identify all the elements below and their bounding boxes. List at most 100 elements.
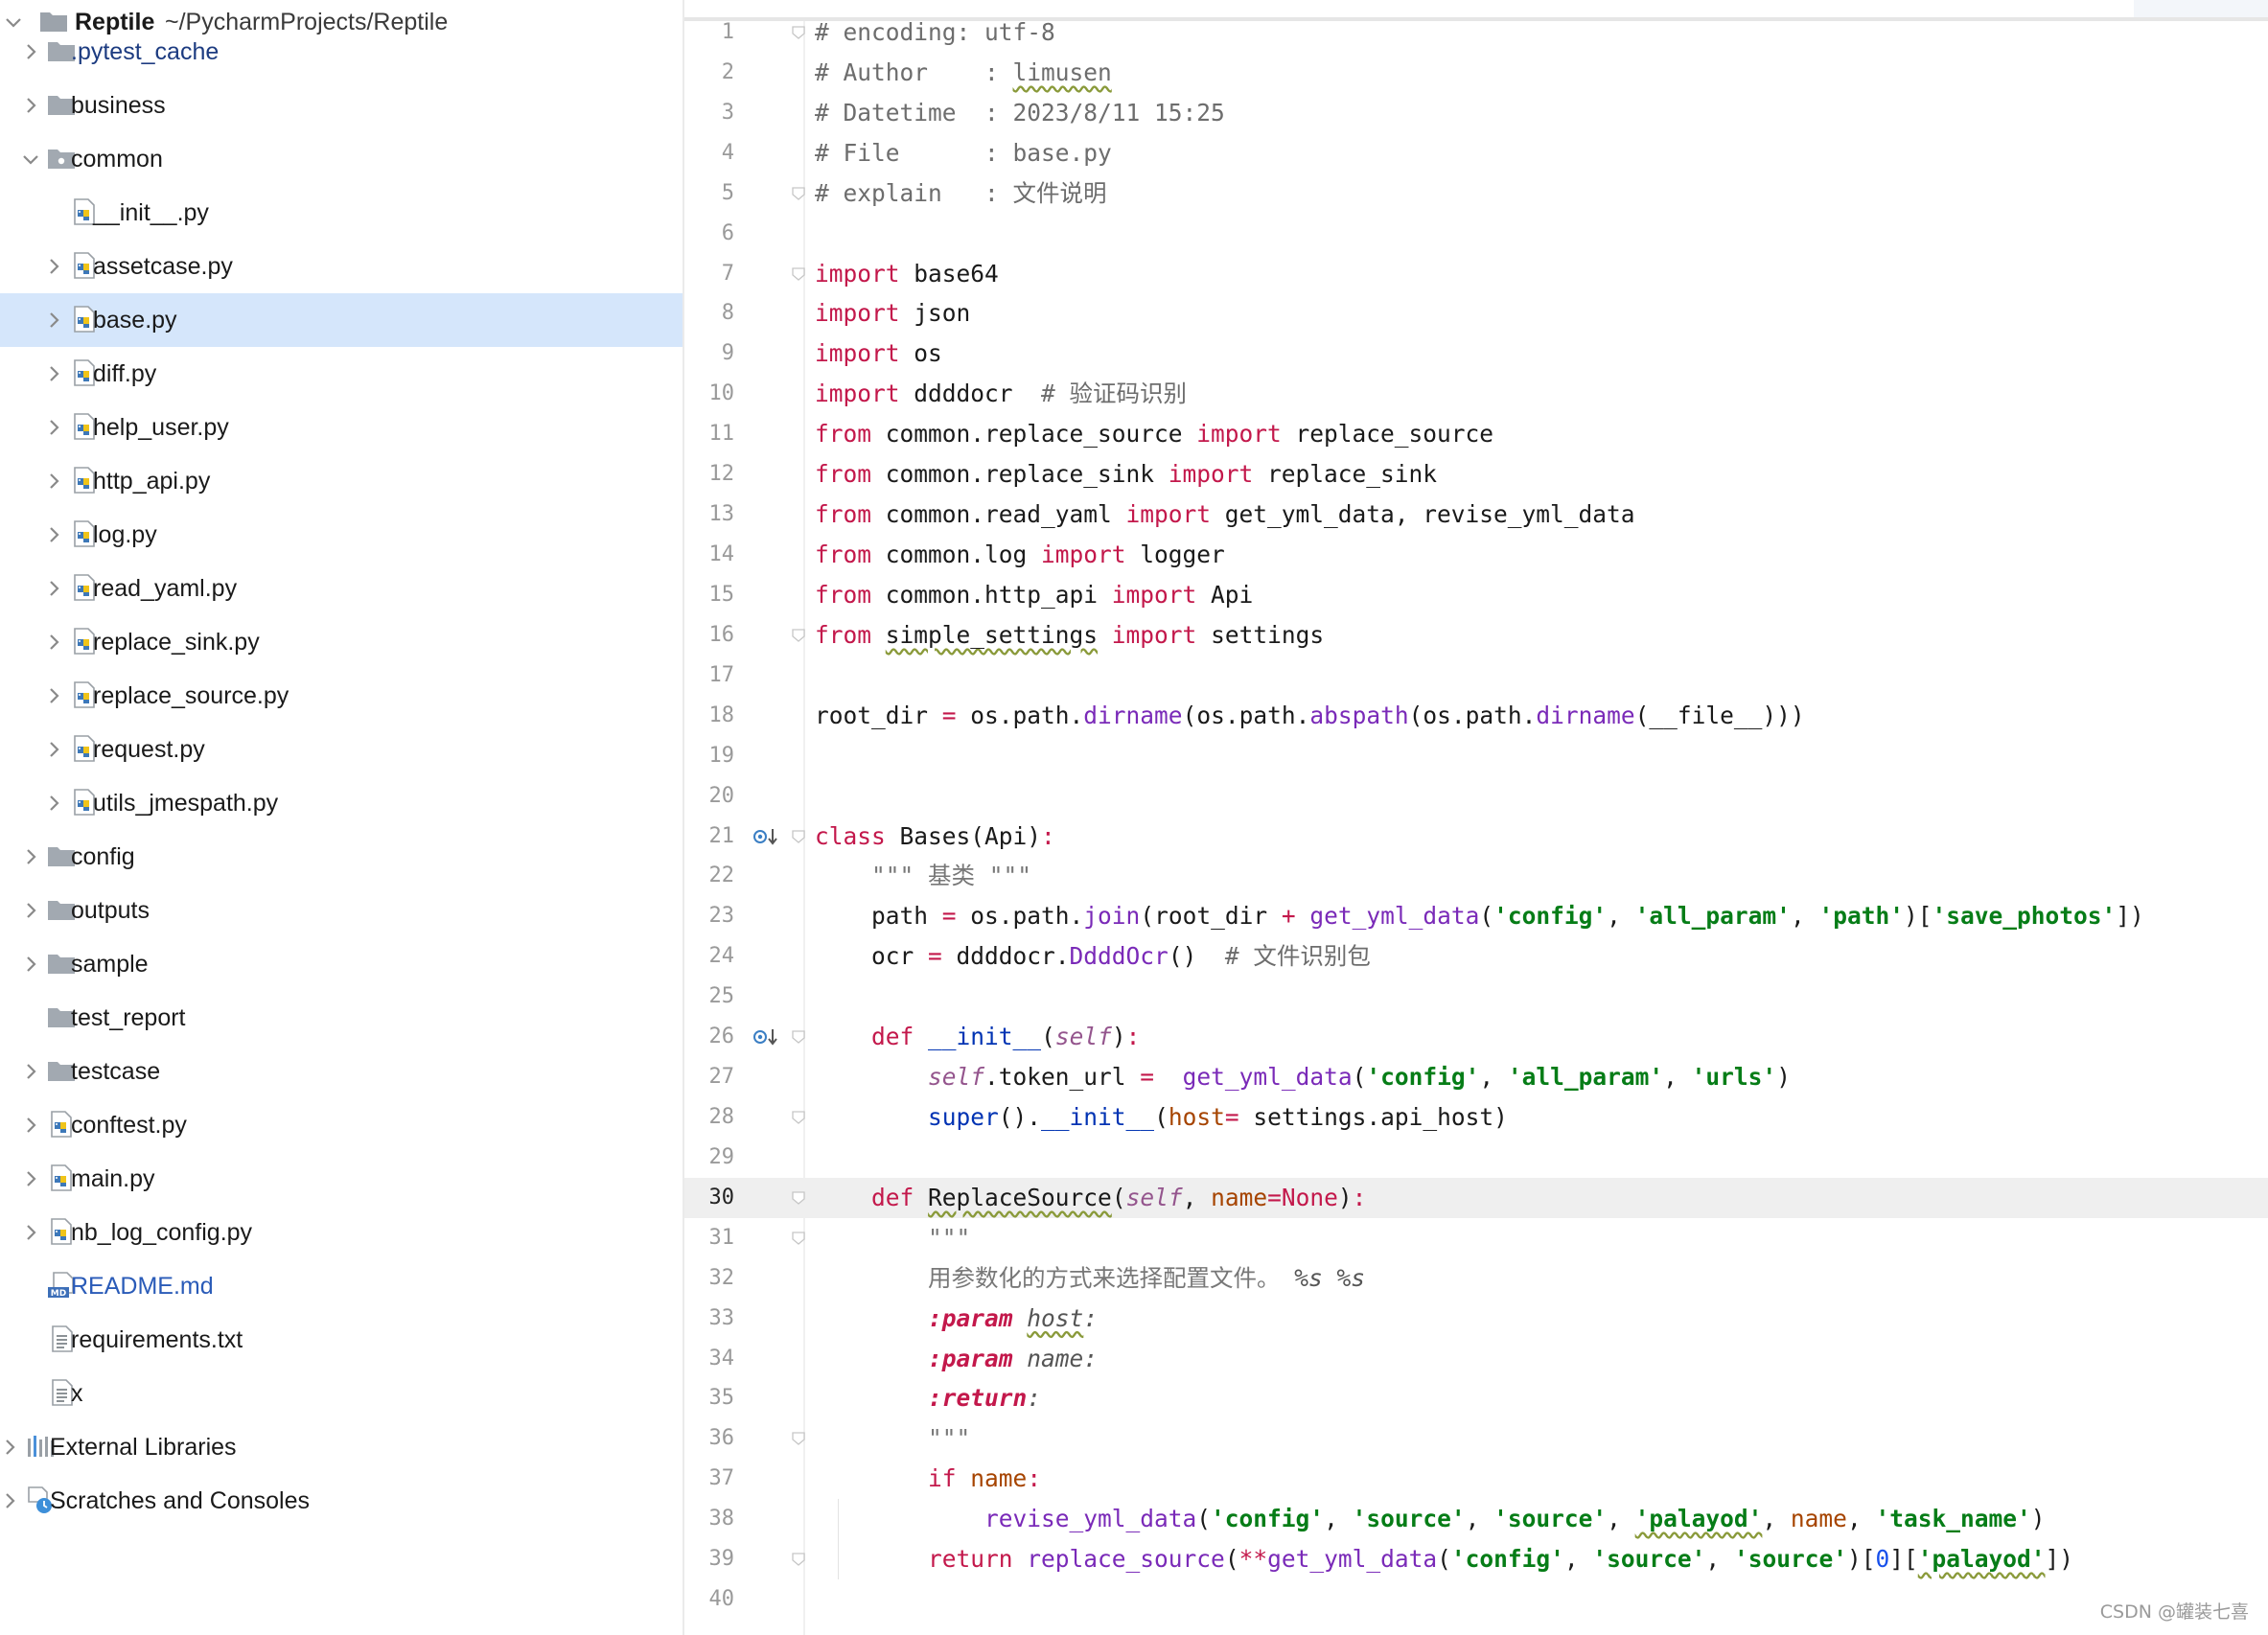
line-number[interactable]: 5 [684, 173, 734, 214]
tree-item[interactable]: common [0, 132, 683, 186]
tree-item[interactable]: requirements.txt [0, 1313, 683, 1367]
tree-item[interactable]: log.py [0, 508, 683, 562]
line-number[interactable]: 39 [684, 1539, 735, 1579]
code-line[interactable]: 33 :param host: [684, 1299, 2268, 1339]
line-number[interactable]: 12 [684, 454, 735, 495]
tree-item[interactable]: replace_sink.py [0, 615, 683, 669]
chevron-right-icon[interactable] [19, 94, 42, 117]
line-number[interactable]: 1 [684, 12, 734, 53]
code-line[interactable]: 21 class Bases(Api): [684, 817, 2268, 857]
code-line[interactable]: 37 if name: [684, 1459, 2268, 1499]
line-number[interactable]: 9 [684, 334, 734, 374]
tree-item[interactable]: replace_source.py [0, 669, 683, 723]
chevron-right-icon[interactable] [19, 1114, 42, 1137]
line-number[interactable]: 25 [684, 977, 735, 1017]
line-number[interactable]: 4 [684, 133, 734, 173]
line-number[interactable]: 31 [684, 1218, 735, 1258]
line-number[interactable]: 16 [684, 615, 735, 656]
chevron-right-icon[interactable] [19, 40, 42, 63]
line-number[interactable]: 18 [684, 696, 735, 736]
chevron-right-icon[interactable] [42, 416, 65, 439]
fold-marker-icon[interactable] [792, 187, 805, 200]
code-line[interactable]: 3 # Datetime : 2023/8/11 15:25 [684, 93, 2268, 133]
line-number[interactable]: 32 [684, 1258, 735, 1299]
chevron-right-icon[interactable] [42, 577, 65, 600]
code-line[interactable]: 9 import os [684, 334, 2268, 374]
line-number[interactable]: 23 [684, 896, 735, 936]
tree-item[interactable]: request.py [0, 723, 683, 776]
override-marker-icon[interactable] [752, 824, 780, 851]
line-number[interactable]: 30 [684, 1178, 735, 1218]
code-line[interactable]: 2 # Author : limusen [684, 53, 2268, 93]
code-line[interactable]: 25 [684, 977, 2268, 1017]
fold-marker-icon[interactable] [792, 1191, 805, 1205]
chevron-right-icon[interactable] [0, 1436, 21, 1459]
chevron-right-icon[interactable] [19, 1060, 42, 1083]
fold-marker-icon[interactable] [792, 1553, 805, 1566]
line-number[interactable]: 15 [684, 575, 735, 615]
line-number[interactable]: 17 [684, 656, 735, 696]
code-line[interactable]: 18 root_dir = os.path.dirname(os.path.abs… [684, 696, 2268, 736]
code-line[interactable]: 8 import json [684, 293, 2268, 334]
tree-item[interactable]: help_user.py [0, 401, 683, 454]
tree-item[interactable]: __init__.py [0, 186, 683, 240]
code-line[interactable]: 31 """ [684, 1218, 2268, 1258]
line-number[interactable]: 11 [684, 414, 735, 454]
tree-item[interactable]: testcase [0, 1045, 683, 1098]
line-number[interactable]: 6 [684, 214, 734, 254]
tree-item[interactable]: config [0, 830, 683, 884]
code-line[interactable]: 30 def ReplaceSource(self, name=None): [684, 1177, 2268, 1218]
code-line[interactable]: 40 [684, 1579, 2268, 1620]
tree-item[interactable]: outputs [0, 884, 683, 937]
tree-item[interactable]: main.py [0, 1152, 683, 1206]
chevron-right-icon[interactable] [42, 362, 65, 385]
line-number[interactable]: 2 [684, 53, 734, 93]
tree-item[interactable]: conftest.py [0, 1098, 683, 1152]
line-number[interactable]: 3 [684, 93, 734, 133]
line-number[interactable]: 22 [684, 856, 735, 896]
code-line[interactable]: 36 """ [684, 1418, 2268, 1459]
chevron-right-icon[interactable] [19, 899, 42, 922]
code-line[interactable]: 22 """ 基类 """ [684, 856, 2268, 896]
tree-item[interactable]: test_report [0, 991, 683, 1045]
code-line[interactable]: 24 ocr = ddddocr.DdddOcr() # 文件识别包 [684, 936, 2268, 977]
line-number[interactable]: 36 [684, 1418, 735, 1459]
code-line[interactable]: 13 from common.read_yaml import get_yml_d… [684, 495, 2268, 535]
code-line[interactable]: 14 from common.log import logger [684, 535, 2268, 575]
line-number[interactable]: 10 [684, 374, 735, 414]
code-line[interactable]: 1 # encoding: utf-8 [684, 12, 2268, 53]
line-number[interactable]: 37 [684, 1459, 735, 1499]
code-line[interactable]: 35 :return: [684, 1378, 2268, 1418]
code-line[interactable]: 23 path = os.path.join(root_dir + get_ym… [684, 896, 2268, 936]
line-number[interactable]: 38 [684, 1499, 735, 1539]
tree-item[interactable]: business [0, 79, 683, 132]
chevron-right-icon[interactable] [42, 255, 65, 278]
fold-marker-icon[interactable] [792, 1432, 805, 1446]
line-number[interactable]: 21 [684, 817, 735, 857]
chevron-right-icon[interactable] [42, 792, 65, 815]
chevron-right-icon[interactable] [0, 1489, 21, 1512]
line-number[interactable]: 28 [684, 1097, 735, 1138]
chevron-right-icon[interactable] [42, 684, 65, 707]
chevron-right-icon[interactable] [42, 738, 65, 761]
code-line[interactable]: 32 用参数化的方式来选择配置文件。 %s %s [684, 1258, 2268, 1299]
tree-item[interactable]: read_yaml.py [0, 562, 683, 615]
fold-marker-icon[interactable] [792, 266, 805, 281]
fold-marker-icon[interactable] [792, 1030, 805, 1044]
chevron-right-icon[interactable] [42, 309, 65, 332]
code-line[interactable]: 5 # explain : 文件说明 [684, 173, 2268, 214]
line-number[interactable]: 13 [684, 495, 735, 535]
tree-item[interactable]: base.py [0, 293, 683, 347]
tree-item[interactable]: nb_log_config.py [0, 1206, 683, 1259]
line-number[interactable]: 40 [684, 1579, 735, 1620]
code-line[interactable]: 16 from simple_settings import settings [684, 615, 2268, 656]
fold-marker-icon[interactable] [792, 1232, 805, 1245]
tree-item[interactable]: utils_jmespath.py [0, 776, 683, 830]
chevron-down-icon[interactable] [19, 148, 42, 171]
code-line[interactable]: 29 [684, 1138, 2268, 1178]
chevron-right-icon[interactable] [19, 1221, 42, 1244]
chevron-right-icon[interactable] [42, 631, 65, 654]
code-line[interactable]: 7 import base64 [684, 254, 2268, 294]
tree-item[interactable]: .pytest_cache [0, 25, 683, 79]
line-number[interactable]: 24 [684, 936, 735, 977]
